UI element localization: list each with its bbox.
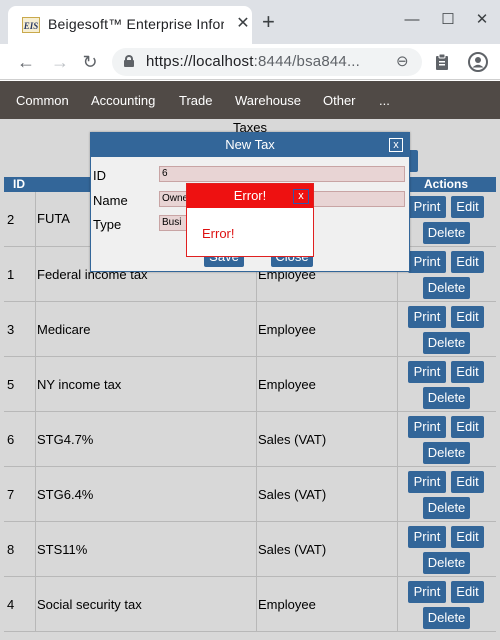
url-text: https://localhost:8444/bsa844... [146, 53, 361, 70]
row-id: 3 [7, 322, 15, 337]
row-name: FUTA [37, 211, 70, 226]
profile-icon[interactable] [464, 48, 492, 76]
row-name: STS11% [37, 542, 88, 557]
menu-item-warehouse[interactable]: Warehouse [235, 93, 301, 108]
error-dialog: Error! x Error! [186, 183, 314, 257]
clipboard-icon[interactable] [428, 48, 456, 76]
type-label: Type [93, 217, 122, 232]
print-button[interactable]: Print [408, 581, 446, 603]
row-name: STG4.7% [37, 432, 94, 447]
print-button[interactable]: Print [408, 251, 446, 273]
menu-item-trade[interactable]: Trade [179, 93, 212, 108]
minimize-icon[interactable]: — [402, 10, 422, 30]
row-id: 2 [7, 212, 15, 227]
type-select[interactable]: Busi [159, 215, 189, 231]
menu-item-other[interactable]: Other [323, 93, 356, 108]
window-close-icon[interactable]: ✕ [472, 10, 492, 30]
table-row: 8 STS11% Sales (VAT) Print Edit Delete [4, 522, 496, 577]
forward-icon[interactable]: → [46, 48, 74, 76]
print-button[interactable]: Print [408, 526, 446, 548]
header-actions: Actions [424, 177, 469, 191]
back-icon[interactable]: ← [12, 48, 40, 76]
menu-item-more[interactable]: ... [379, 93, 390, 108]
row-id: 5 [7, 377, 15, 392]
delete-button[interactable]: Delete [423, 277, 470, 299]
row-id: 7 [7, 487, 15, 502]
app-favicon-icon: EIS [22, 17, 40, 33]
dialog-close-icon[interactable]: x [389, 138, 403, 152]
lock-icon [124, 55, 134, 67]
maximize-icon[interactable]: ☐ [438, 10, 458, 30]
row-type: Sales (VAT) [258, 487, 327, 502]
edit-button[interactable]: Edit [451, 416, 484, 438]
id-label: ID [93, 168, 106, 183]
row-name: NY income tax [37, 377, 122, 392]
print-button[interactable]: Print [408, 361, 446, 383]
print-button[interactable]: Print [408, 471, 446, 493]
row-id: 8 [7, 542, 15, 557]
reload-icon[interactable]: ↻ [76, 48, 104, 76]
row-name: Medicare [37, 322, 91, 337]
app-menu: Common Accounting Trade Warehouse Other … [0, 81, 500, 119]
browser-tab-bar: EIS Beigesoft™ Enterprise Information ✕ … [0, 0, 500, 44]
dialog-title: New Tax [91, 133, 409, 157]
menu-item-accounting[interactable]: Accounting [91, 93, 155, 108]
row-type: Employee [258, 322, 316, 337]
edit-button[interactable]: Edit [451, 471, 484, 493]
edit-button[interactable]: Edit [451, 196, 484, 218]
delete-button[interactable]: Delete [423, 222, 470, 244]
edit-button[interactable]: Edit [451, 581, 484, 603]
delete-button[interactable]: Delete [423, 387, 470, 409]
print-button[interactable]: Print [408, 196, 446, 218]
delete-button[interactable]: Delete [423, 332, 470, 354]
edit-button[interactable]: Edit [451, 306, 484, 328]
edit-button[interactable]: Edit [451, 526, 484, 548]
zoom-icon[interactable]: ⊖ [396, 52, 409, 70]
row-type: Sales (VAT) [258, 432, 327, 447]
edit-button[interactable]: Edit [451, 361, 484, 383]
address-bar[interactable]: https://localhost:8444/bsa844... ⊖ [112, 48, 422, 76]
menu-item-common[interactable]: Common [16, 93, 69, 108]
table-row: 3 Medicare Employee Print Edit Delete [4, 302, 496, 357]
browser-toolbar: ← → ↻ https://localhost:8444/bsa844... ⊖ [0, 44, 500, 80]
edit-button[interactable]: Edit [451, 251, 484, 273]
error-message: Error! [202, 226, 235, 241]
row-type: Employee [258, 597, 316, 612]
tab-title: Beigesoft™ Enterprise Information [48, 16, 224, 32]
error-close-icon[interactable]: x [293, 189, 309, 204]
print-button[interactable]: Print [408, 306, 446, 328]
close-icon[interactable]: ✕ [234, 15, 252, 33]
delete-button[interactable]: Delete [423, 607, 470, 629]
table-row: 4 Social security tax Employee Print Edi… [4, 577, 496, 632]
browser-tab[interactable]: EIS Beigesoft™ Enterprise Information ✕ [8, 6, 252, 44]
delete-button[interactable]: Delete [423, 442, 470, 464]
plus-icon[interactable]: + [262, 11, 275, 33]
table-row: 5 NY income tax Employee Print Edit Dele… [4, 357, 496, 412]
row-id: 1 [7, 267, 15, 282]
name-label: Name [93, 193, 128, 208]
row-type: Sales (VAT) [258, 542, 327, 557]
table-row: 6 STG4.7% Sales (VAT) Print Edit Delete [4, 412, 496, 467]
row-type: Employee [258, 377, 316, 392]
table-row: 7 STG6.4% Sales (VAT) Print Edit Delete [4, 467, 496, 522]
row-id: 6 [7, 432, 15, 447]
row-name: Social security tax [37, 597, 142, 612]
row-id: 4 [7, 597, 15, 612]
header-id: ID [13, 177, 25, 191]
delete-button[interactable]: Delete [423, 497, 470, 519]
row-name: STG6.4% [37, 487, 94, 502]
delete-button[interactable]: Delete [423, 552, 470, 574]
print-button[interactable]: Print [408, 416, 446, 438]
id-field[interactable]: 6 [159, 166, 405, 182]
